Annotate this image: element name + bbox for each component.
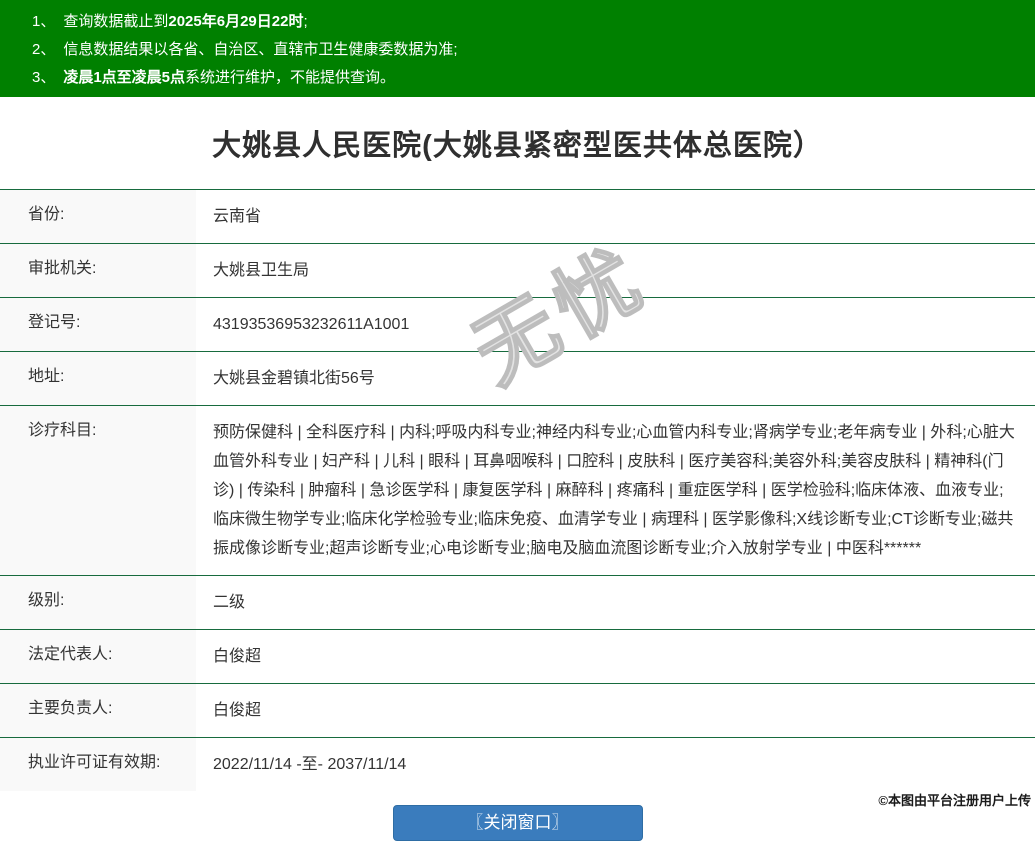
notice-number: 2、 [32,41,56,58]
table-row: 执业许可证有效期: 2022/11/14 -至- 2037/11/14 [0,737,1035,791]
row-label: 登记号: [0,297,196,352]
row-label: 审批机关: [0,243,196,298]
close-window-button[interactable]: 〖关闭窗口〗 [392,805,643,841]
notice-text-bold: 2025年6月29日22时 [168,13,304,30]
page-title: 大姚县人民医院(大姚县紧密型医共体总医院） [212,130,823,162]
row-value: 大姚县卫生局 [213,262,310,279]
notice-item-2: 2、 信息数据结果以各省、自治区、直辖市卫生健康委数据为准; [32,36,1025,64]
notice-text: 系统进行维护，不能提供查询。 [185,69,396,86]
row-value: 白俊超 [213,648,262,665]
table-row: 诊疗科目: 预防保健科 | 全科医疗科 | 内科;呼吸内科专业;神经内科专业;心血… [0,405,1035,576]
row-value: 43193536953232611A1001 [213,316,410,333]
table-row: 省份: 云南省 [0,189,1035,244]
row-label: 执业许可证有效期: [0,737,196,791]
row-value: 云南省 [213,208,262,225]
notice-text-bold: 凌晨1点至凌晨5点 [63,69,186,86]
row-label: 省份: [0,189,196,244]
notice-banner: 1、 查询数据截止到2025年6月29日22时; 2、 信息数据结果以各省、自治区、… [0,0,1035,97]
notice-number: 1、 [32,13,56,30]
row-label: 级别: [0,575,196,630]
row-value: 大姚县金碧镇北街56号 [213,370,375,387]
table-row: 主要负责人: 白俊超 [0,683,1035,738]
table-row: 登记号: 43193536953232611A1001 [0,297,1035,352]
hospital-info-table: 省份: 云南省审批机关: 大姚县卫生局登记号: 43193536953232611A1… [0,189,1035,791]
notice-text: 信息数据结果以各省、自治区、直辖市卫生健康委数据为准; [63,41,458,58]
row-value: 二级 [213,594,246,611]
table-row: 地址: 大姚县金碧镇北街56号 [0,351,1035,406]
notice-item-3: 3、 凌晨1点至凌晨5点系统进行维护，不能提供查询。 [32,64,1025,92]
table-row: 法定代表人: 白俊超 [0,629,1035,684]
table-row: 级别: 二级 [0,575,1035,630]
row-value: 白俊超 [213,702,262,719]
info-table-body: 省份: 云南省审批机关: 大姚县卫生局登记号: 43193536953232611A1… [0,189,1035,791]
notice-item-1: 1、 查询数据截止到2025年6月29日22时; [32,8,1025,36]
table-row: 审批机关: 大姚县卫生局 [0,243,1035,298]
row-label: 法定代表人: [0,629,196,684]
row-value: 2022/11/14 -至- 2037/11/14 [213,756,407,773]
notice-text: 查询数据截止到 [63,13,169,30]
row-label: 地址: [0,351,196,406]
credit-stamp: ©本图由平台注册用户上传 [878,793,1031,808]
row-value: 预防保健科 | 全科医疗科 | 内科;呼吸内科专业;神经内科专业;心血管内科专业… [213,424,1015,557]
notice-text: ; [303,13,308,30]
notice-number: 3、 [32,69,56,86]
row-label: 诊疗科目: [0,405,196,576]
row-label: 主要负责人: [0,683,196,738]
